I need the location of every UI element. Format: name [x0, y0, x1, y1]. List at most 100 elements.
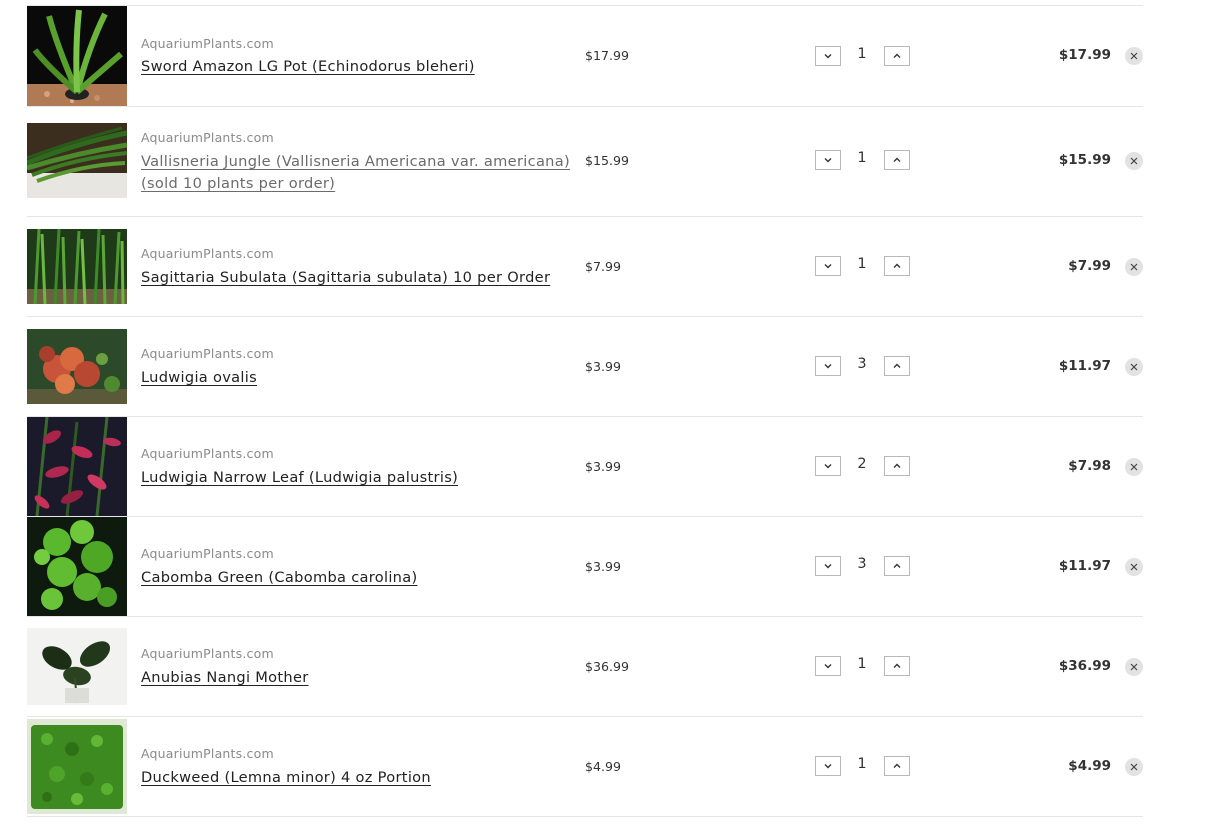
remove-item-button[interactable]: [1125, 558, 1143, 576]
close-icon: [1130, 52, 1138, 60]
line-total: $7.99: [1068, 258, 1111, 274]
unit-price: $15.99: [585, 153, 630, 168]
product-vendor: AquariumPlants.com: [141, 246, 274, 261]
unit-price: $4.99: [585, 759, 622, 774]
cart-item-row: AquariumPlants.com Cabomba Green (Cabomb…: [27, 517, 1143, 617]
remove-item-button[interactable]: [1125, 152, 1143, 170]
quantity-value[interactable]: 2: [849, 456, 875, 472]
line-total: $4.99: [1068, 758, 1111, 774]
product-image[interactable]: [27, 329, 127, 404]
chevron-down-icon: [824, 464, 832, 469]
decrease-quantity-button[interactable]: [815, 46, 841, 66]
quantity-value[interactable]: 1: [849, 656, 875, 672]
chevron-down-icon: [824, 364, 832, 369]
product-title-link[interactable]: Ludwigia Narrow Leaf (Ludwigia palustris…: [141, 467, 571, 489]
increase-quantity-button[interactable]: [884, 756, 910, 776]
close-icon: [1130, 363, 1138, 371]
line-total: $11.97: [1058, 358, 1111, 374]
line-total: $36.99: [1058, 658, 1111, 674]
decrease-quantity-button[interactable]: [815, 456, 841, 476]
product-vendor: AquariumPlants.com: [141, 546, 274, 561]
product-image[interactable]: [27, 417, 127, 516]
product-title-link[interactable]: Ludwigia ovalis: [141, 367, 571, 389]
quantity-value[interactable]: 3: [849, 556, 875, 572]
product-title-link[interactable]: Sagittaria Subulata (Sagittaria subulata…: [141, 267, 581, 289]
quantity-value[interactable]: 3: [849, 356, 875, 372]
remove-item-button[interactable]: [1125, 758, 1143, 776]
close-icon: [1130, 663, 1138, 671]
product-image[interactable]: [27, 123, 127, 198]
product-image[interactable]: [27, 6, 127, 106]
close-icon: [1130, 563, 1138, 571]
product-title-link[interactable]: Duckweed (Lemna minor) 4 oz Portion: [141, 767, 571, 789]
cart-item-row: AquariumPlants.com Sword Amazon LG Pot (…: [27, 5, 1143, 107]
quantity-value[interactable]: 1: [849, 256, 875, 272]
product-vendor: AquariumPlants.com: [141, 446, 274, 461]
product-vendor: AquariumPlants.com: [141, 130, 274, 145]
increase-quantity-button[interactable]: [884, 556, 910, 576]
increase-quantity-button[interactable]: [884, 356, 910, 376]
unit-price: $17.99: [585, 48, 630, 63]
product-title-link[interactable]: Anubias Nangi Mother: [141, 667, 571, 689]
close-icon: [1130, 463, 1138, 471]
product-title-link[interactable]: Sword Amazon LG Pot (Echinodorus bleheri…: [141, 56, 571, 78]
chevron-down-icon: [824, 564, 832, 569]
product-image[interactable]: [27, 719, 127, 814]
chevron-up-icon: [893, 663, 901, 668]
product-vendor: AquariumPlants.com: [141, 646, 274, 661]
chevron-up-icon: [893, 763, 901, 768]
line-total: $7.98: [1068, 458, 1111, 474]
chevron-down-icon: [824, 264, 832, 269]
chevron-up-icon: [893, 263, 901, 268]
quantity-value[interactable]: 1: [849, 756, 875, 772]
unit-price: $3.99: [585, 559, 622, 574]
chevron-up-icon: [893, 563, 901, 568]
remove-item-button[interactable]: [1125, 258, 1143, 276]
product-image[interactable]: [27, 517, 127, 616]
cart-item-row: AquariumPlants.com Vallisneria Jungle (V…: [27, 106, 1143, 217]
chevron-down-icon: [824, 158, 832, 163]
chevron-up-icon: [893, 363, 901, 368]
increase-quantity-button[interactable]: [884, 256, 910, 276]
product-vendor: AquariumPlants.com: [141, 36, 274, 51]
decrease-quantity-button[interactable]: [815, 256, 841, 276]
cart-item-row: AquariumPlants.com Sagittaria Subulata (…: [27, 217, 1143, 317]
chevron-up-icon: [893, 53, 901, 58]
increase-quantity-button[interactable]: [884, 656, 910, 676]
decrease-quantity-button[interactable]: [815, 150, 841, 170]
remove-item-button[interactable]: [1125, 358, 1143, 376]
decrease-quantity-button[interactable]: [815, 656, 841, 676]
increase-quantity-button[interactable]: [884, 150, 910, 170]
increase-quantity-button[interactable]: [884, 46, 910, 66]
quantity-value[interactable]: 1: [849, 46, 875, 62]
remove-item-button[interactable]: [1125, 658, 1143, 676]
increase-quantity-button[interactable]: [884, 456, 910, 476]
close-icon: [1130, 763, 1138, 771]
line-total: $17.99: [1058, 47, 1111, 63]
chevron-down-icon: [824, 664, 832, 669]
close-icon: [1130, 157, 1138, 165]
product-vendor: AquariumPlants.com: [141, 746, 274, 761]
cart-item-row: AquariumPlants.com Ludwigia ovalis $3.99…: [27, 317, 1143, 417]
line-total: $11.97: [1058, 558, 1111, 574]
line-total: $15.99: [1058, 152, 1111, 168]
product-vendor: AquariumPlants.com: [141, 346, 274, 361]
quantity-value[interactable]: 1: [849, 150, 875, 166]
chevron-up-icon: [893, 157, 901, 162]
chevron-down-icon: [824, 764, 832, 769]
product-image[interactable]: [27, 229, 127, 304]
unit-price: $3.99: [585, 459, 622, 474]
chevron-down-icon: [824, 54, 832, 59]
product-title-link[interactable]: Vallisneria Jungle (Vallisneria American…: [141, 151, 571, 195]
decrease-quantity-button[interactable]: [815, 556, 841, 576]
product-image[interactable]: [27, 628, 127, 705]
close-icon: [1130, 263, 1138, 271]
unit-price: $3.99: [585, 359, 622, 374]
remove-item-button[interactable]: [1125, 458, 1143, 476]
decrease-quantity-button[interactable]: [815, 756, 841, 776]
remove-item-button[interactable]: [1125, 47, 1143, 65]
cart-item-row: AquariumPlants.com Anubias Nangi Mother …: [27, 617, 1143, 717]
product-title-link[interactable]: Cabomba Green (Cabomba carolina): [141, 567, 571, 589]
decrease-quantity-button[interactable]: [815, 356, 841, 376]
cart-item-row: AquariumPlants.com Ludwigia Narrow Leaf …: [27, 417, 1143, 517]
